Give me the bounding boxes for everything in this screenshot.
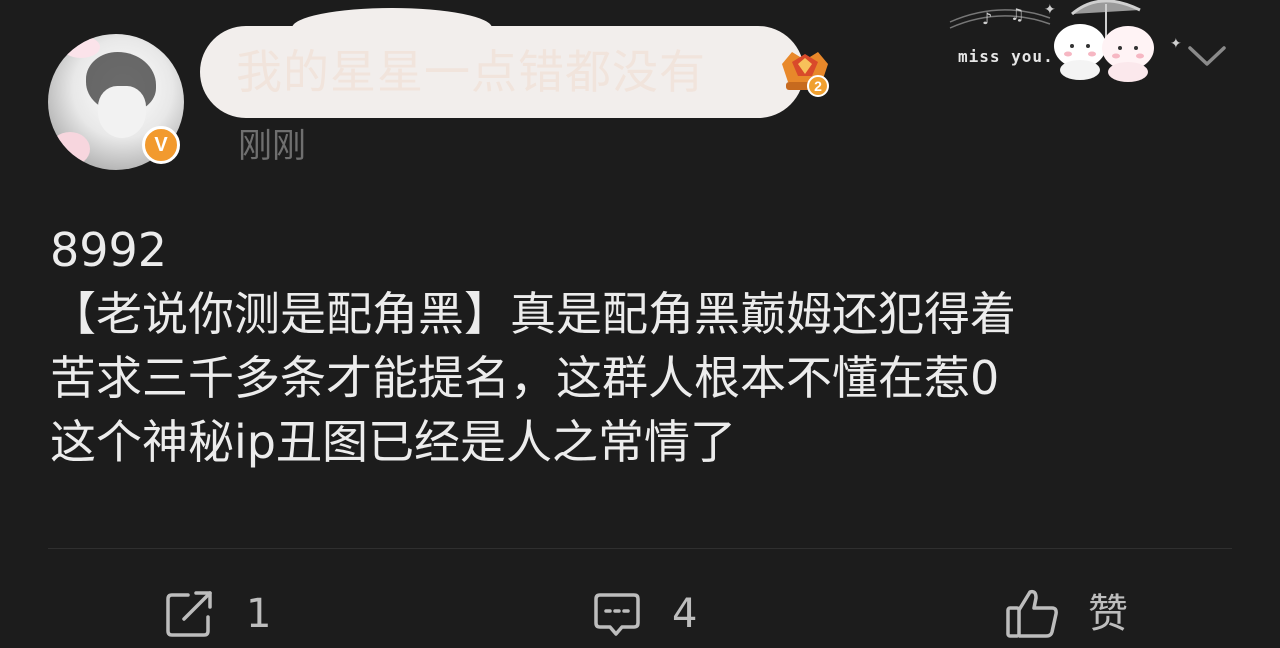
like-label: 赞 bbox=[1088, 591, 1128, 637]
cloud-bunny-sticker: ♪ ♫ ✦ ✦ bbox=[949, 0, 1182, 82]
post-content-line: 这个神秘ip丑图已经是人之常情了 bbox=[50, 415, 736, 469]
post-timestamp: 刚刚 bbox=[238, 126, 306, 166]
svg-text:✦: ✦ bbox=[1170, 36, 1182, 52]
comment-count: 4 bbox=[672, 591, 698, 637]
svg-text:♫: ♫ bbox=[1010, 5, 1024, 24]
chevron-down-icon[interactable] bbox=[1184, 38, 1230, 74]
like-button[interactable]: 赞 bbox=[1004, 588, 1128, 640]
repost-count: 1 bbox=[246, 591, 272, 637]
vip-badge: V bbox=[142, 126, 180, 164]
svg-text:♪: ♪ bbox=[982, 9, 992, 28]
comment-icon bbox=[594, 593, 640, 636]
avatar-decoration bbox=[62, 36, 100, 58]
avatar[interactable]: V bbox=[44, 28, 192, 176]
post-content-line: 【老说你测是配角黑】真是配角黑巅姆还犯得着 bbox=[50, 287, 1016, 341]
post-content-line: 苦求三千多条才能提名，这群人根本不懂在惹0 bbox=[50, 351, 1000, 405]
username[interactable]: 我的星星一点错都没有 bbox=[236, 44, 706, 100]
thumbs-up-icon bbox=[1006, 589, 1058, 638]
repost-icon bbox=[166, 591, 212, 637]
svg-text:✦: ✦ bbox=[1044, 2, 1056, 18]
post-content-line: 8992 bbox=[50, 223, 168, 277]
avatar-face bbox=[98, 86, 146, 138]
level-number: 2 bbox=[814, 78, 822, 94]
repost-button[interactable]: 1 bbox=[164, 588, 271, 640]
avatar-decoration bbox=[50, 132, 90, 166]
level-crown-icon: 2 bbox=[782, 52, 829, 97]
comment-button[interactable]: 4 bbox=[592, 588, 697, 640]
sticker-caption: miss you. bbox=[958, 47, 1054, 66]
divider bbox=[48, 548, 1232, 549]
post-content[interactable]: 8992 【老说你测是配角黑】真是配角黑巅姆还犯得着 苦求三千多条才能提名，这群… bbox=[50, 218, 1240, 474]
